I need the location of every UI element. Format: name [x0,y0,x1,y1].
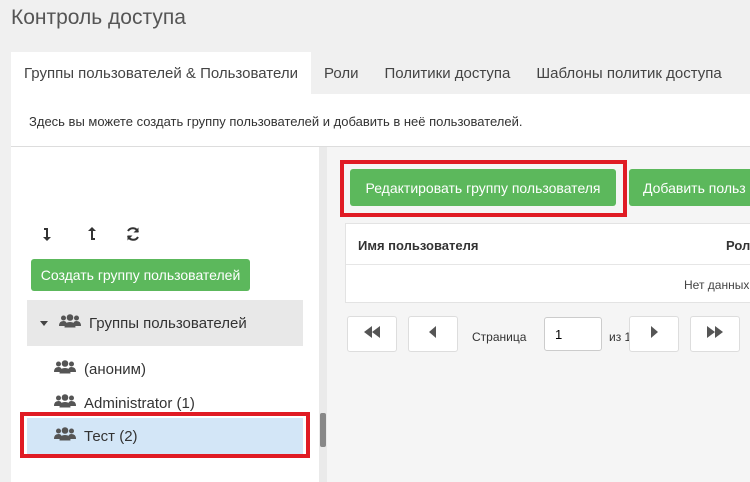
tree-item-label: (аноним) [84,360,146,378]
users-group-icon [54,393,76,413]
sort-ascending-icon[interactable] [82,225,100,243]
tab-bar: Группы пользователей & Пользователи Роли… [11,52,735,94]
tree-root-user-groups[interactable]: Группы пользователей [27,300,303,346]
edit-user-group-button[interactable]: Редактировать группу пользователя [350,169,616,206]
refresh-icon[interactable] [124,225,142,243]
caret-down-icon[interactable] [40,320,48,326]
group-users-panel: Редактировать группу пользователя Добави… [327,147,750,482]
users-table: Имя пользователя Роли Нет данных [345,223,750,303]
first-page-button[interactable] [347,316,397,352]
users-group-icon [59,313,81,333]
users-group-icon [54,359,76,379]
tree-item-label: Тест (2) [84,427,138,445]
column-header-username[interactable]: Имя пользователя [358,238,478,253]
tree-item-anonymous[interactable]: (аноним) [54,352,146,386]
description-text: Здесь вы можете создать группу пользоват… [29,114,523,129]
previous-page-button[interactable] [408,316,458,352]
double-chevron-right-icon [706,325,724,343]
tab-access-policies[interactable]: Политики доступа [371,52,523,94]
column-header-roles[interactable]: Роли [726,238,750,253]
tree-item-administrator[interactable]: Administrator (1) [54,386,195,420]
tab-content: Здесь вы можете создать группу пользоват… [11,94,750,482]
tab-access-policy-templates[interactable]: Шаблоны политик доступа [523,52,734,94]
page-number-input[interactable] [544,317,602,351]
tree-item-label: Administrator (1) [84,394,195,412]
create-user-group-button[interactable]: Создать группу пользователей [31,259,250,291]
chevron-right-icon [649,325,659,343]
tab-user-groups-and-users[interactable]: Группы пользователей & Пользователи [11,52,311,94]
tree-item-test[interactable]: Тест (2) [27,418,303,454]
splitter-handle[interactable] [320,413,326,447]
sort-descending-icon[interactable] [39,225,57,243]
page-label: Страница [472,330,527,344]
tree-root-label: Группы пользователей [89,314,247,332]
page-count-label: из 1 [609,330,632,344]
users-group-icon [54,426,76,446]
double-chevron-left-icon [363,325,381,343]
chevron-left-icon [428,325,438,343]
table-divider [346,264,750,265]
page-title: Контроль доступа [11,6,186,29]
groups-panel: Создать группу пользователей Группы поль… [11,147,319,482]
add-user-button[interactable]: Добавить польз [629,169,750,206]
tab-roles[interactable]: Роли [311,52,372,94]
next-page-button[interactable] [629,316,679,352]
empty-table-text: Нет данных [684,278,750,292]
panel-splitter[interactable] [319,147,327,482]
last-page-button[interactable] [690,316,740,352]
